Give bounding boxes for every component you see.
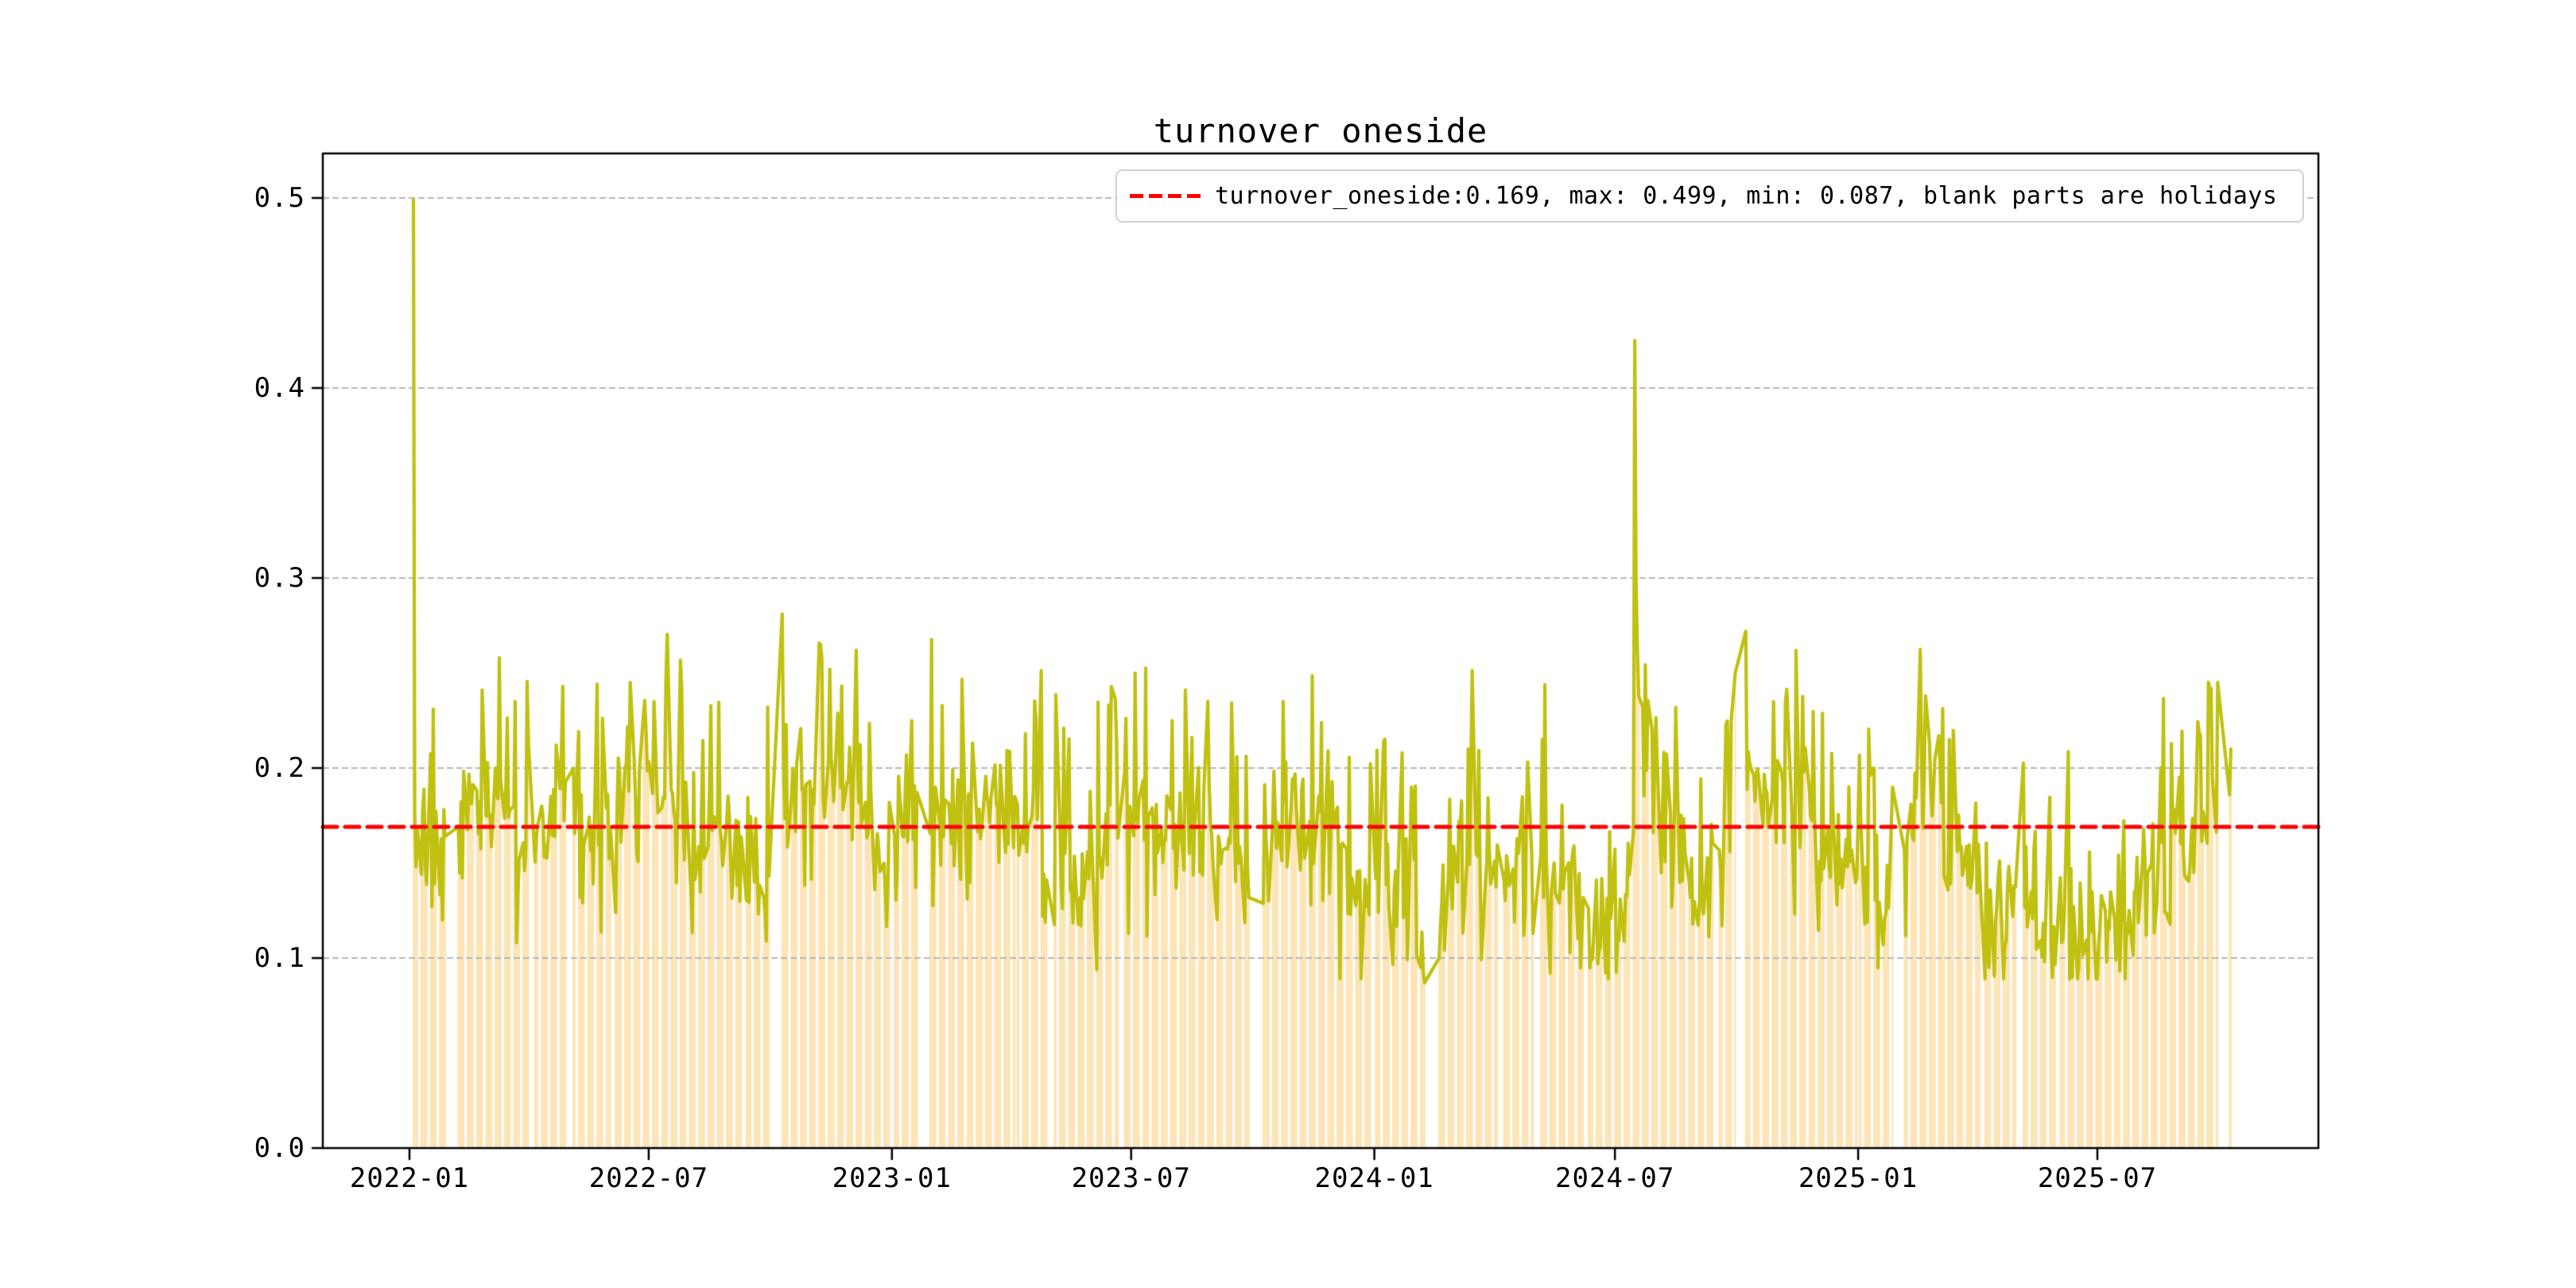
x-tick-label: 2023-01 bbox=[832, 1162, 952, 1194]
x-tick-label: 2022-01 bbox=[349, 1162, 470, 1194]
red-dashed-line-legend-marker bbox=[1130, 194, 1201, 198]
legend: turnover_oneside:0.169, max: 0.499, min:… bbox=[1115, 169, 2304, 223]
x-tick-label: 2022-07 bbox=[588, 1162, 709, 1194]
y-tick-label: 0.0 bbox=[254, 1132, 305, 1164]
legend-label: turnover_oneside:0.169, max: 0.499, min:… bbox=[1215, 182, 2278, 210]
x-tick-label: 2024-01 bbox=[1314, 1162, 1434, 1194]
x-tick-label: 2025-01 bbox=[1798, 1162, 1918, 1194]
y-tick-label: 0.1 bbox=[254, 942, 305, 974]
x-tick-label: 2025-07 bbox=[2037, 1162, 2158, 1194]
x-tick-label: 2023-07 bbox=[1071, 1162, 1191, 1194]
y-tick-label: 0.4 bbox=[254, 372, 305, 404]
figure: turnover oneside turnover_oneside:0.169,… bbox=[0, 0, 2576, 1288]
chart-title: turnover oneside bbox=[1153, 111, 1488, 150]
x-tick-label: 2024-07 bbox=[1555, 1162, 1675, 1194]
y-tick-label: 0.3 bbox=[254, 562, 305, 594]
y-tick-label: 0.5 bbox=[254, 182, 305, 214]
y-tick-label: 0.2 bbox=[254, 752, 305, 784]
